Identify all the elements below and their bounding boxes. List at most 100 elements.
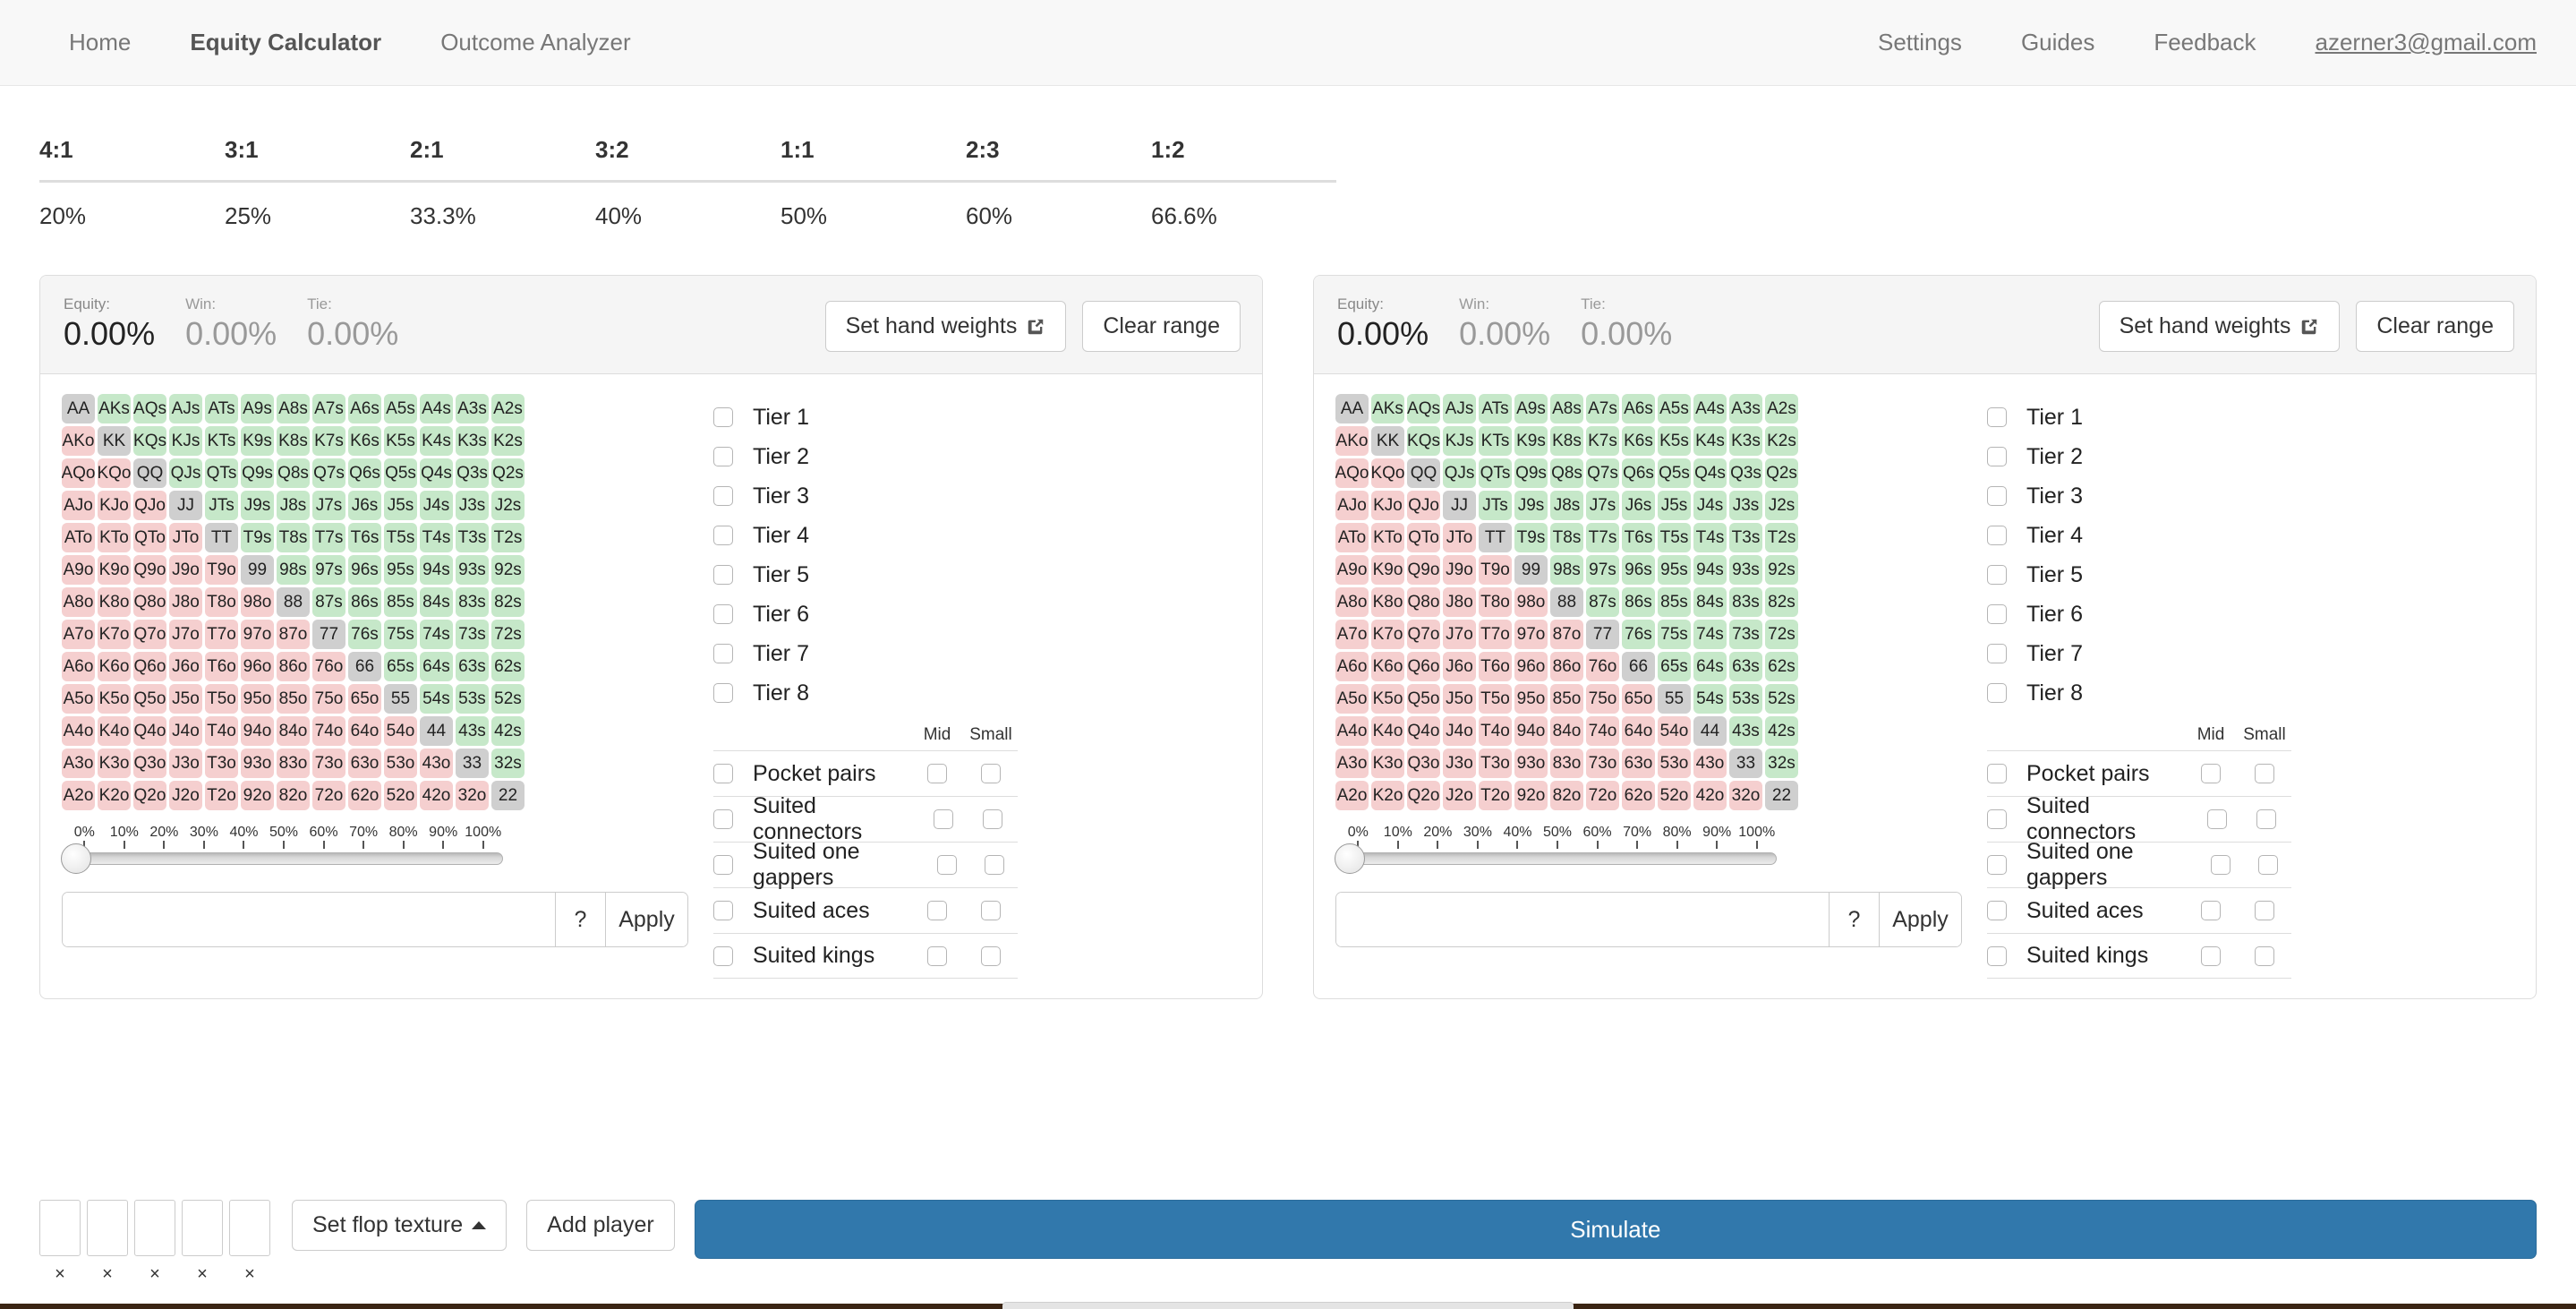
hand-cell-J8s[interactable]: J8s <box>1550 491 1583 521</box>
hand-cell-K3o[interactable]: K3o <box>1371 749 1404 779</box>
hand-cell-A2o[interactable]: A2o <box>1335 781 1369 811</box>
hand-cell-64s[interactable]: 64s <box>1693 652 1727 682</box>
hand-cell-72s[interactable]: 72s <box>491 620 525 650</box>
category-checkbox-small[interactable] <box>983 809 1003 830</box>
hand-cell-84o[interactable]: 84o <box>277 716 310 747</box>
nav-item-settings[interactable]: Settings <box>1848 29 1992 56</box>
hand-cell-ATs[interactable]: ATs <box>205 394 238 424</box>
hand-cell-QTo[interactable]: QTo <box>133 523 166 553</box>
hand-cell-64o[interactable]: 64o <box>348 716 381 747</box>
hand-cell-T7o[interactable]: T7o <box>1479 620 1512 650</box>
hand-cell-T4s[interactable]: T4s <box>1693 523 1727 553</box>
hand-cell-53s[interactable]: 53s <box>1729 684 1762 714</box>
hand-cell-83s[interactable]: 83s <box>1729 587 1762 618</box>
hand-cell-KJo[interactable]: KJo <box>1371 491 1404 521</box>
hand-cell-Q6o[interactable]: Q6o <box>1407 652 1440 682</box>
hand-cell-A2s[interactable]: A2s <box>1765 394 1798 424</box>
hand-cell-Q2s[interactable]: Q2s <box>491 458 525 489</box>
hand-cell-42o[interactable]: 42o <box>1693 781 1727 811</box>
hand-cell-T6o[interactable]: T6o <box>1479 652 1512 682</box>
hand-cell-T7o[interactable]: T7o <box>205 620 238 650</box>
category-checkbox-mid[interactable] <box>2201 945 2221 966</box>
hand-cell-J9o[interactable]: J9o <box>169 555 202 586</box>
hand-cell-TT[interactable]: TT <box>205 523 238 553</box>
board-card-remove-icon[interactable]: × <box>149 1264 160 1285</box>
hand-cell-A4s[interactable]: A4s <box>420 394 453 424</box>
category-checkbox-small[interactable] <box>2255 945 2274 966</box>
range-percent-slider[interactable] <box>1335 843 1777 875</box>
hand-cell-T5o[interactable]: T5o <box>1479 684 1512 714</box>
hand-cell-82o[interactable]: 82o <box>1550 781 1583 811</box>
hand-cell-97s[interactable]: 97s <box>1586 555 1619 586</box>
nav-item-home[interactable]: Home <box>39 29 160 56</box>
hand-cell-AQs[interactable]: AQs <box>133 394 166 424</box>
hand-cell-72o[interactable]: 72o <box>312 781 345 811</box>
hand-cell-J9s[interactable]: J9s <box>241 491 274 521</box>
tier-row-1[interactable]: Tier 1 <box>1987 398 2516 437</box>
hand-cell-A3s[interactable]: A3s <box>456 394 489 424</box>
hand-cell-T3o[interactable]: T3o <box>1479 749 1512 779</box>
tier-checkbox-8[interactable] <box>713 683 733 704</box>
hand-cell-KJs[interactable]: KJs <box>169 426 202 457</box>
range-help-button[interactable]: ? <box>1829 893 1879 947</box>
hand-cell-QJo[interactable]: QJo <box>133 491 166 521</box>
hand-cell-55[interactable]: 55 <box>1658 684 1691 714</box>
hand-cell-32o[interactable]: 32o <box>456 781 489 811</box>
hand-cell-Q6s[interactable]: Q6s <box>348 458 381 489</box>
hand-cell-A4s[interactable]: A4s <box>1693 394 1727 424</box>
hand-cell-73s[interactable]: 73s <box>456 620 489 650</box>
hand-cell-J3s[interactable]: J3s <box>456 491 489 521</box>
hand-cell-AJs[interactable]: AJs <box>169 394 202 424</box>
hand-cell-J3o[interactable]: J3o <box>169 749 202 779</box>
hand-cell-74s[interactable]: 74s <box>420 620 453 650</box>
hand-cell-54s[interactable]: 54s <box>1693 684 1727 714</box>
category-checkbox-all[interactable] <box>1987 901 2007 921</box>
hand-cell-84s[interactable]: 84s <box>420 587 453 618</box>
hand-cell-KQo[interactable]: KQo <box>1371 458 1404 489</box>
clear-range-button[interactable]: Clear range <box>1082 301 1241 352</box>
hand-cell-JTo[interactable]: JTo <box>1443 523 1476 553</box>
category-checkbox-small[interactable] <box>981 945 1001 966</box>
hand-cell-A6s[interactable]: A6s <box>348 394 381 424</box>
nav-item-feedback[interactable]: Feedback <box>2124 29 2285 56</box>
hand-cell-88[interactable]: 88 <box>1550 587 1583 618</box>
hand-cell-K3s[interactable]: K3s <box>1729 426 1762 457</box>
hand-cell-K2o[interactable]: K2o <box>98 781 131 811</box>
hand-cell-K9o[interactable]: K9o <box>98 555 131 586</box>
hand-cell-JTs[interactable]: JTs <box>1479 491 1512 521</box>
hand-cell-63o[interactable]: 63o <box>348 749 381 779</box>
hand-cell-T6s[interactable]: T6s <box>348 523 381 553</box>
tier-row-7[interactable]: Tier 7 <box>1987 634 2516 673</box>
hand-cell-95s[interactable]: 95s <box>384 555 417 586</box>
hand-cell-Q9s[interactable]: Q9s <box>1514 458 1548 489</box>
hand-cell-K6o[interactable]: K6o <box>1371 652 1404 682</box>
category-checkbox-small[interactable] <box>981 901 1001 921</box>
hand-cell-Q5o[interactable]: Q5o <box>1407 684 1440 714</box>
category-checkbox-mid[interactable] <box>927 764 947 784</box>
hand-cell-J2o[interactable]: J2o <box>1443 781 1476 811</box>
hand-cell-T2s[interactable]: T2s <box>491 523 525 553</box>
hand-cell-33[interactable]: 33 <box>456 749 489 779</box>
hand-cell-93o[interactable]: 93o <box>241 749 274 779</box>
hand-cell-T6s[interactable]: T6s <box>1622 523 1655 553</box>
hand-cell-72s[interactable]: 72s <box>1765 620 1798 650</box>
hand-cell-84o[interactable]: 84o <box>1550 716 1583 747</box>
hand-cell-T9s[interactable]: T9s <box>1514 523 1548 553</box>
hand-cell-83o[interactable]: 83o <box>277 749 310 779</box>
hand-cell-94o[interactable]: 94o <box>241 716 274 747</box>
hand-cell-K7s[interactable]: K7s <box>1586 426 1619 457</box>
hand-cell-42s[interactable]: 42s <box>491 716 525 747</box>
hand-cell-95o[interactable]: 95o <box>241 684 274 714</box>
hand-cell-72o[interactable]: 72o <box>1586 781 1619 811</box>
hand-cell-43s[interactable]: 43s <box>1729 716 1762 747</box>
tier-row-5[interactable]: Tier 5 <box>713 555 1242 595</box>
hand-cell-Q2o[interactable]: Q2o <box>133 781 166 811</box>
hand-cell-A9o[interactable]: A9o <box>1335 555 1369 586</box>
hand-cell-Q4s[interactable]: Q4s <box>1693 458 1727 489</box>
category-checkbox-all[interactable] <box>1987 855 2007 876</box>
hand-cell-K8o[interactable]: K8o <box>1371 587 1404 618</box>
hand-cell-K2s[interactable]: K2s <box>1765 426 1798 457</box>
hand-cell-K4s[interactable]: K4s <box>420 426 453 457</box>
hand-cell-Q2o[interactable]: Q2o <box>1407 781 1440 811</box>
tier-row-1[interactable]: Tier 1 <box>713 398 1242 437</box>
